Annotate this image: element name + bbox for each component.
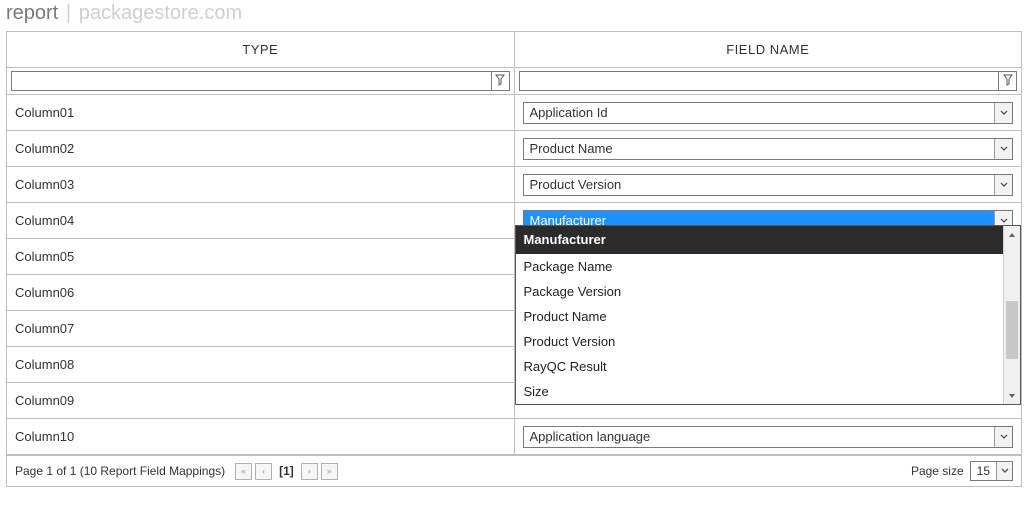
dropdown-option[interactable]: Product Name [516, 304, 1004, 329]
chevron-down-icon [996, 462, 1012, 480]
grid-footer: Page 1 of 1 (10 Report Field Mappings) «… [6, 456, 1022, 487]
pager-next-button[interactable]: › [301, 463, 318, 480]
cell-type: Column05 [7, 239, 514, 275]
filter-input-field[interactable] [519, 71, 1000, 91]
filter-button-field[interactable] [999, 71, 1017, 91]
field-select[interactable]: Application Id [523, 102, 1014, 124]
header-separator: | [66, 2, 71, 24]
field-select[interactable]: Product Version [523, 174, 1014, 196]
page-size-value: 15 [971, 462, 996, 480]
dropdown-scrollbar[interactable] [1003, 226, 1020, 404]
scroll-up-icon[interactable] [1004, 226, 1020, 243]
pager-first-button[interactable]: « [235, 463, 252, 480]
field-select-value: Application language [524, 427, 995, 447]
header-subtitle: packagestore.com [79, 2, 242, 24]
scroll-thumb[interactable] [1006, 301, 1018, 359]
table-row: Column01 Application Id [7, 95, 1021, 131]
dropdown-option[interactable]: Manufacturer [516, 226, 1004, 254]
dropdown-option[interactable]: Package Version [516, 279, 1004, 304]
chevron-down-icon [994, 427, 1012, 447]
pager-status: Page 1 of 1 (10 Report Field Mappings) [15, 464, 225, 478]
cell-type: Column02 [7, 131, 514, 167]
chevron-down-icon [994, 175, 1012, 195]
field-select[interactable]: Product Name [523, 138, 1014, 160]
field-select[interactable]: Application language [523, 426, 1014, 448]
filter-button-type[interactable] [492, 71, 510, 91]
dropdown-option[interactable]: Product Version [516, 329, 1004, 354]
field-select-value: Application Id [524, 103, 995, 123]
field-select-value: Product Name [524, 139, 995, 159]
table-row: Column10 Application language [7, 419, 1021, 455]
cell-type: Column06 [7, 275, 514, 311]
filter-icon [1003, 74, 1013, 89]
field-select-dropdown[interactable]: Manufacturer Package Name Package Versio… [515, 225, 1022, 405]
dropdown-option[interactable]: Size [516, 379, 1004, 404]
page-header: report | packagestore.com [0, 0, 1028, 31]
pager-prev-button[interactable]: ‹ [255, 463, 272, 480]
cell-type: Column09 [7, 383, 514, 419]
chevron-down-icon [994, 103, 1012, 123]
page-size-select[interactable]: 15 [970, 461, 1013, 481]
chevron-down-icon [994, 139, 1012, 159]
col-header-type[interactable]: TYPE [7, 32, 514, 68]
report-grid: TYPE FIELD NAME [6, 31, 1022, 456]
dropdown-option[interactable]: RayQC Result [516, 354, 1004, 379]
table-row: Column04 Manufacturer [7, 203, 1021, 239]
page-size-label: Page size [911, 464, 964, 478]
grid-header-row: TYPE FIELD NAME [7, 32, 1021, 68]
grid-filter-row [7, 68, 1021, 95]
cell-type: Column04 [7, 203, 514, 239]
pager-last-button[interactable]: » [321, 463, 338, 480]
scroll-down-icon[interactable] [1004, 387, 1020, 404]
cell-type: Column07 [7, 311, 514, 347]
col-header-field[interactable]: FIELD NAME [514, 32, 1021, 68]
pager-current-page: [1] [279, 464, 294, 478]
cell-type: Column08 [7, 347, 514, 383]
filter-icon [495, 74, 505, 89]
table-row: Column02 Product Name [7, 131, 1021, 167]
cell-type: Column10 [7, 419, 514, 455]
dropdown-option[interactable]: Package Name [516, 254, 1004, 279]
field-select-value: Product Version [524, 175, 995, 195]
cell-type: Column01 [7, 95, 514, 131]
filter-input-type[interactable] [11, 71, 492, 91]
cell-type: Column03 [7, 167, 514, 203]
dropdown-list: Manufacturer Package Name Package Versio… [516, 226, 1004, 404]
header-title: report [6, 2, 58, 24]
table-row: Column03 Product Version [7, 167, 1021, 203]
